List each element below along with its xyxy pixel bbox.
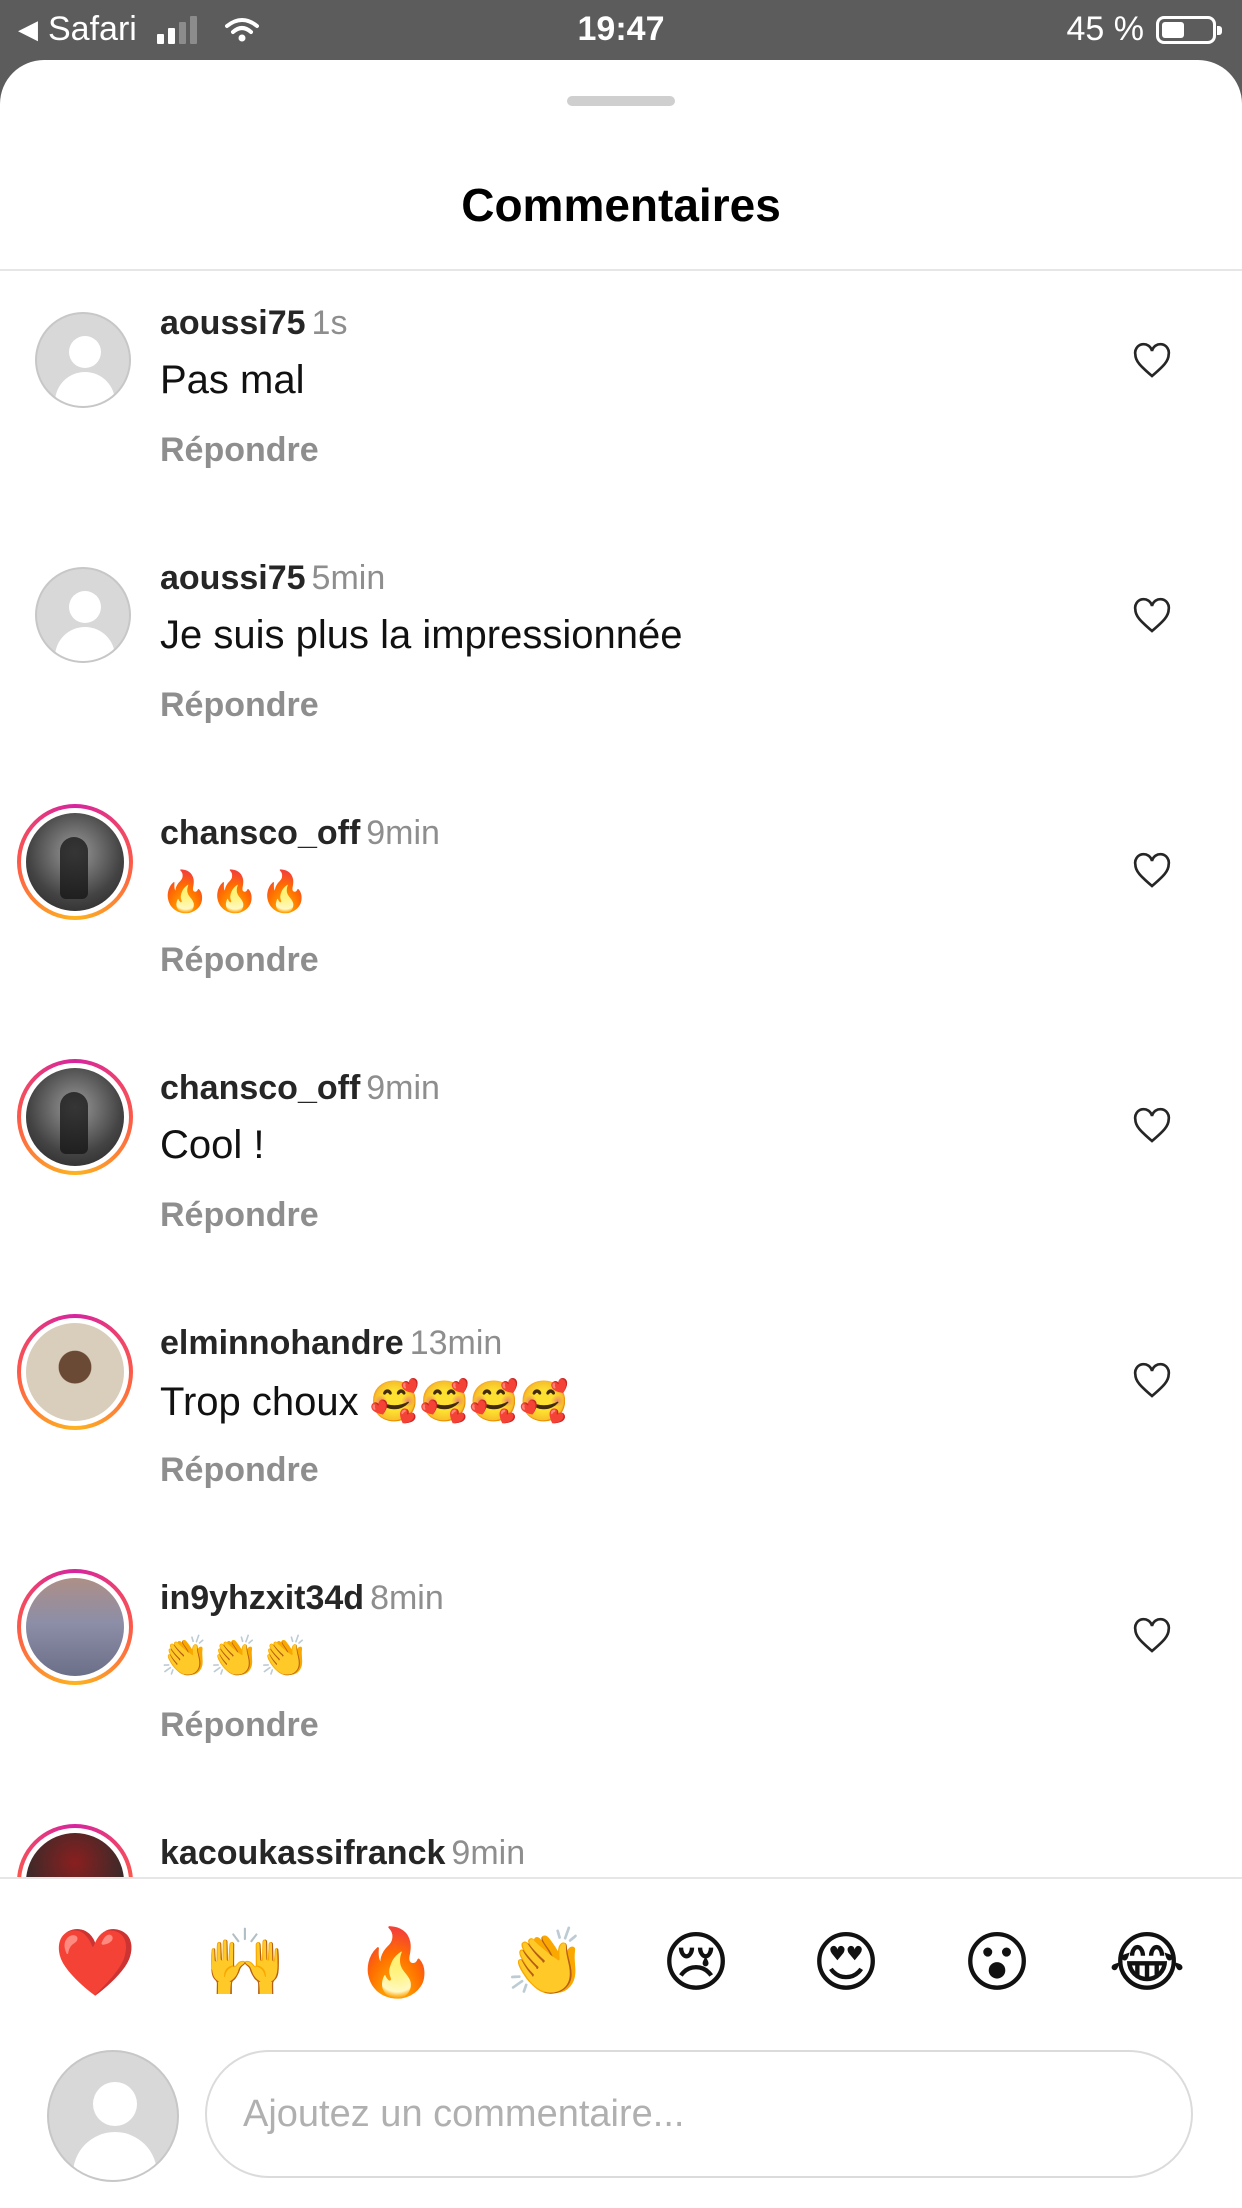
comment-composer xyxy=(0,2050,1242,2190)
comment-username[interactable]: elminnohandre xyxy=(160,1324,404,1362)
comment-header: aoussi75 5min xyxy=(160,559,385,598)
reply-button[interactable]: Répondre xyxy=(160,686,319,725)
default-avatar[interactable] xyxy=(35,567,131,663)
story-avatar[interactable] xyxy=(17,1824,133,1877)
comment-header: elminnohandre 13min xyxy=(160,1324,502,1363)
like-heart-icon[interactable] xyxy=(1132,851,1172,891)
comment-username[interactable]: aoussi75 xyxy=(160,304,306,342)
page-title: Commentaires xyxy=(461,179,781,231)
reply-button[interactable]: Répondre xyxy=(160,1706,319,1745)
reaction-laugh[interactable]: 😂 xyxy=(1107,1922,1187,2002)
comment-time: 1s xyxy=(311,304,348,342)
comment-time: 9min xyxy=(451,1834,526,1872)
story-avatar[interactable] xyxy=(17,804,133,920)
comment-item: chansco_off 9min 🔥🔥🔥 Répondre xyxy=(0,781,1242,1036)
comment-item: kacoukassifranck 9min xyxy=(0,1801,1242,1877)
like-heart-icon[interactable] xyxy=(1132,341,1172,381)
default-avatar[interactable] xyxy=(35,312,131,408)
comment-item: aoussi75 5min Je suis plus la impressionn… xyxy=(0,526,1242,781)
clock: 19:47 xyxy=(577,10,665,48)
comment-text: Cool ! xyxy=(160,1123,265,1167)
comment-time: 5min xyxy=(311,559,386,597)
status-right: 45 % xyxy=(1066,10,1222,49)
comment-item: in9yhzxit34d 8min 👏👏👏 Répondre xyxy=(0,1546,1242,1801)
comment-username[interactable]: aoussi75 xyxy=(160,559,306,597)
battery-icon xyxy=(1156,15,1222,44)
comment-item: elminnohandre 13min Trop choux 🥰🥰🥰🥰 Répon… xyxy=(0,1291,1242,1546)
reaction-raised-hands[interactable]: 🙌 xyxy=(204,1922,286,2002)
reaction-clap[interactable]: 👏 xyxy=(505,1922,587,2002)
reply-button[interactable]: Répondre xyxy=(160,941,319,980)
comment-text: 🔥🔥🔥 xyxy=(160,870,310,914)
like-heart-icon[interactable] xyxy=(1132,1106,1172,1146)
reply-button[interactable]: Répondre xyxy=(160,1451,319,1490)
comment-item: chansco_off 9min Cool ! Répondre xyxy=(0,1036,1242,1291)
comment-username[interactable]: in9yhzxit34d xyxy=(160,1579,364,1617)
story-avatar[interactable] xyxy=(17,1569,133,1685)
comment-text: 👏👏👏 xyxy=(160,1635,310,1679)
comment-header: chansco_off 9min xyxy=(160,1069,440,1108)
reaction-cry[interactable]: 😢 xyxy=(656,1922,736,2002)
comment-header: aoussi75 1s xyxy=(160,304,347,343)
comment-input[interactable] xyxy=(205,2050,1193,2178)
comment-time: 9min xyxy=(366,1069,440,1107)
comment-time: 8min xyxy=(370,1579,444,1617)
reaction-surprised[interactable]: 😮 xyxy=(957,1922,1037,2002)
reaction-heart-eyes[interactable]: 😍 xyxy=(806,1922,886,2002)
comment-time: 9min xyxy=(366,814,440,852)
comment-header: in9yhzxit34d 8min xyxy=(160,1579,444,1618)
sheet-grabber[interactable] xyxy=(567,96,675,106)
status-bar: ◀ Safari 19:47 45 % xyxy=(0,0,1242,62)
like-heart-icon[interactable] xyxy=(1132,596,1172,636)
reply-button[interactable]: Répondre xyxy=(160,1196,319,1235)
battery-fill xyxy=(1162,21,1184,38)
composer-divider xyxy=(0,1877,1242,1879)
quick-reaction-bar: ❤️ 🙌 🔥 👏 😢 😍 😮 😂 xyxy=(0,1922,1242,2008)
comment-text: Pas mal xyxy=(160,358,305,402)
comment-username[interactable]: chansco_off xyxy=(160,1069,360,1107)
comments-sheet: Commentaires aoussi75 1s Pas mal Répondre… xyxy=(0,60,1242,2208)
comment-list[interactable]: aoussi75 1s Pas mal Répondre aoussi75 5min… xyxy=(0,271,1242,1877)
comment-header: kacoukassifranck 9min xyxy=(160,1834,525,1873)
like-heart-icon[interactable] xyxy=(1132,1616,1172,1656)
my-avatar xyxy=(47,2050,179,2182)
reaction-fire[interactable]: 🔥 xyxy=(355,1922,437,2002)
comment-time: 13min xyxy=(409,1324,503,1362)
comment-header: chansco_off 9min xyxy=(160,814,440,853)
comment-text: Je suis plus la impressionnée xyxy=(160,613,683,657)
comment-item: aoussi75 1s Pas mal Répondre xyxy=(0,271,1242,526)
comment-text: Trop choux 🥰🥰🥰🥰 xyxy=(160,1380,569,1424)
comment-username[interactable]: chansco_off xyxy=(160,814,360,852)
story-avatar[interactable] xyxy=(17,1059,133,1175)
story-avatar[interactable] xyxy=(17,1314,133,1430)
reply-button[interactable]: Répondre xyxy=(160,431,319,470)
battery-percentage: 45 % xyxy=(1066,10,1145,48)
like-heart-icon[interactable] xyxy=(1132,1361,1172,1401)
comment-username[interactable]: kacoukassifranck xyxy=(160,1834,445,1872)
reaction-heart[interactable]: ❤️ xyxy=(54,1922,136,2002)
